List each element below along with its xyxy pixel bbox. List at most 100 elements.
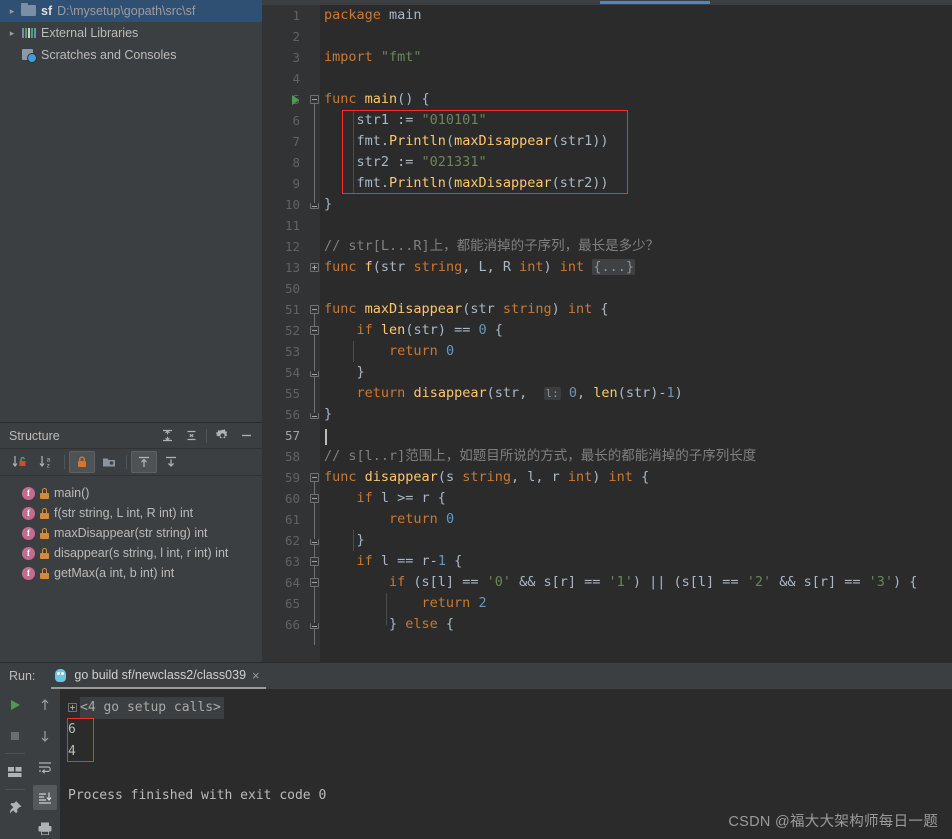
run-tab-title: go build sf/newclass2/class039: [74, 668, 247, 682]
run-tool-window: Run: go build sf/newclass2/class039 × <4…: [0, 662, 952, 839]
line-number: 61: [284, 512, 300, 527]
sort-by-visibility-icon[interactable]: [7, 451, 33, 473]
fold-toggle-end-icon[interactable]: [310, 203, 319, 209]
run-header: Run: go build sf/newclass2/class039 ×: [0, 663, 952, 689]
line-number: 60: [284, 491, 300, 506]
code-line-55: return disappear(str, l: 0, len(str)-1): [356, 385, 683, 401]
code-line-10: }: [324, 196, 333, 212]
structure-title: Structure: [9, 428, 60, 443]
code-line-62: }: [324, 532, 365, 548]
fold-toggle-icon[interactable]: [310, 95, 319, 104]
expand-icon[interactable]: [68, 703, 77, 712]
code-editor[interactable]: 1 2 3 4 5 6 7 8 9 10 11 12 13 50 51 52 5…: [262, 5, 952, 662]
fold-toggle-end-icon[interactable]: [310, 413, 319, 419]
code-line-8: str2 := "021331": [324, 154, 487, 170]
folded-code-placeholder[interactable]: {...}: [592, 259, 635, 275]
line-number: 65: [284, 596, 300, 611]
line-number: 9: [292, 176, 300, 191]
code-line-13: func f(str string, L, R int) int {...}: [324, 259, 635, 275]
code-line-6: str1 := "010101": [324, 112, 487, 128]
toolbar-divider: [5, 753, 25, 754]
fold-toggle-icon[interactable]: [310, 473, 319, 482]
hide-icon[interactable]: [234, 425, 258, 447]
chevron-right-icon[interactable]: ▸: [4, 6, 20, 17]
close-icon[interactable]: ×: [252, 668, 260, 683]
tree-item-external-libraries-label: External Libraries: [41, 26, 139, 40]
code-line-1: package main: [324, 7, 422, 23]
stop-button-icon[interactable]: [0, 720, 30, 751]
private-lock-icon: [40, 547, 49, 559]
structure-item-maxdisappear[interactable]: f maxDisappear(str string) int: [0, 523, 262, 543]
run-button-icon[interactable]: [0, 689, 30, 720]
code-line-66: } else {: [324, 616, 455, 632]
structure-item-list: f main() f f(str string, L int, R int) i…: [0, 476, 262, 583]
fold-toggle-icon[interactable]: [310, 305, 319, 314]
line-number: 53: [284, 344, 300, 359]
fold-toggle-collapsed-icon[interactable]: [310, 263, 319, 272]
tree-item-external-libraries[interactable]: ▸ External Libraries: [0, 22, 262, 44]
code-line-60: if l >= r {: [356, 490, 446, 506]
code-line-12: // str[L...R]上，都能消掉的子序列，最长是多少？: [324, 238, 660, 254]
line-number: 52: [284, 323, 300, 338]
sort-alphabetically-icon[interactable]: a z: [34, 451, 60, 473]
print-icon[interactable]: [30, 813, 60, 839]
chevron-right-icon[interactable]: ▸: [4, 28, 20, 39]
library-icon: [20, 25, 38, 41]
console-output-line: 4: [68, 744, 76, 759]
scratches-icon: [20, 47, 38, 63]
private-lock-icon: [40, 527, 49, 539]
structure-item-f[interactable]: f f(str string, L int, R int) int: [0, 503, 262, 523]
structure-item-main[interactable]: f main(): [0, 483, 262, 503]
active-tab-indicator: [600, 1, 710, 4]
console-setup-text: <4 go setup calls>: [80, 697, 224, 719]
structure-header: Structure: [0, 423, 262, 449]
structure-item-getmax[interactable]: f getMax(a int, b int) int: [0, 563, 262, 583]
layout-icon[interactable]: [0, 756, 30, 787]
private-lock-icon: [40, 507, 49, 519]
tree-item-scratches[interactable]: Scratches and Consoles: [0, 44, 262, 66]
structure-item-label: maxDisappear(str string) int: [54, 526, 208, 540]
line-number: 54: [284, 365, 300, 380]
up-arrow-icon[interactable]: [30, 689, 60, 720]
group-by-file-icon[interactable]: [96, 451, 122, 473]
run-configuration-tab[interactable]: go build sf/newclass2/class039 ×: [51, 664, 266, 689]
code-line-7: fmt.Println(maxDisappear(str1)): [324, 133, 609, 149]
scroll-to-end-icon[interactable]: [30, 782, 60, 813]
structure-panel: Structure a z f main() f f(str string, L…: [0, 422, 262, 662]
code-line-53: return 0: [389, 343, 455, 359]
run-window-label: Run:: [9, 669, 36, 683]
tree-item-scratches-label: Scratches and Consoles: [41, 48, 177, 62]
console-setup-line[interactable]: <4 go setup calls>: [68, 697, 952, 719]
pin-tab-icon[interactable]: [0, 792, 30, 823]
editor-gutter[interactable]: 1 2 3 4 5 6 7 8 9 10 11 12 13 50 51 52 5…: [262, 5, 320, 662]
line-number: 11: [284, 218, 300, 233]
line-number: 12: [284, 239, 300, 254]
tree-item-sf[interactable]: ▸ sf D:\mysetup\gopath\src\sf: [0, 0, 262, 22]
code-line-65: return 2: [421, 595, 487, 611]
code-line-9: fmt.Println(maxDisappear(str2)): [324, 175, 609, 191]
watermark-text: CSDN @福大大架构师每日一题: [728, 814, 938, 830]
code-line-64: if (s[l] == '0' && s[r] == '1') || (s[l]…: [389, 574, 918, 590]
soft-wrap-icon[interactable]: [30, 751, 60, 782]
text-caret: [325, 429, 327, 445]
scroll-from-source-icon[interactable]: [131, 451, 157, 473]
show-non-public-icon[interactable]: [69, 451, 95, 473]
down-arrow-icon[interactable]: [30, 720, 60, 751]
code-line-59: func disappear(s string, l, r int) int {: [324, 469, 650, 485]
fold-region-line: [314, 314, 315, 416]
expand-all-icon[interactable]: [155, 425, 179, 447]
structure-item-disappear[interactable]: f disappear(s string, l int, r int) int: [0, 543, 262, 563]
run-primary-toolbar: [0, 689, 30, 839]
gear-icon[interactable]: [210, 425, 234, 447]
tree-item-sf-name: sf: [41, 4, 53, 18]
line-number: 3: [292, 50, 300, 65]
project-tree-panel: ▸ sf D:\mysetup\gopath\src\sf ▸ External…: [0, 0, 262, 422]
code-line-52: if len(str) == 0 {: [356, 322, 503, 338]
run-secondary-toolbar: [30, 689, 60, 839]
line-number-current: 57: [284, 428, 300, 443]
code-text-area[interactable]: package main import "fmt" func main() { …: [320, 5, 952, 662]
collapse-all-icon[interactable]: [179, 425, 203, 447]
run-line-marker-icon[interactable]: [292, 95, 299, 105]
scroll-to-source-icon[interactable]: [158, 451, 184, 473]
